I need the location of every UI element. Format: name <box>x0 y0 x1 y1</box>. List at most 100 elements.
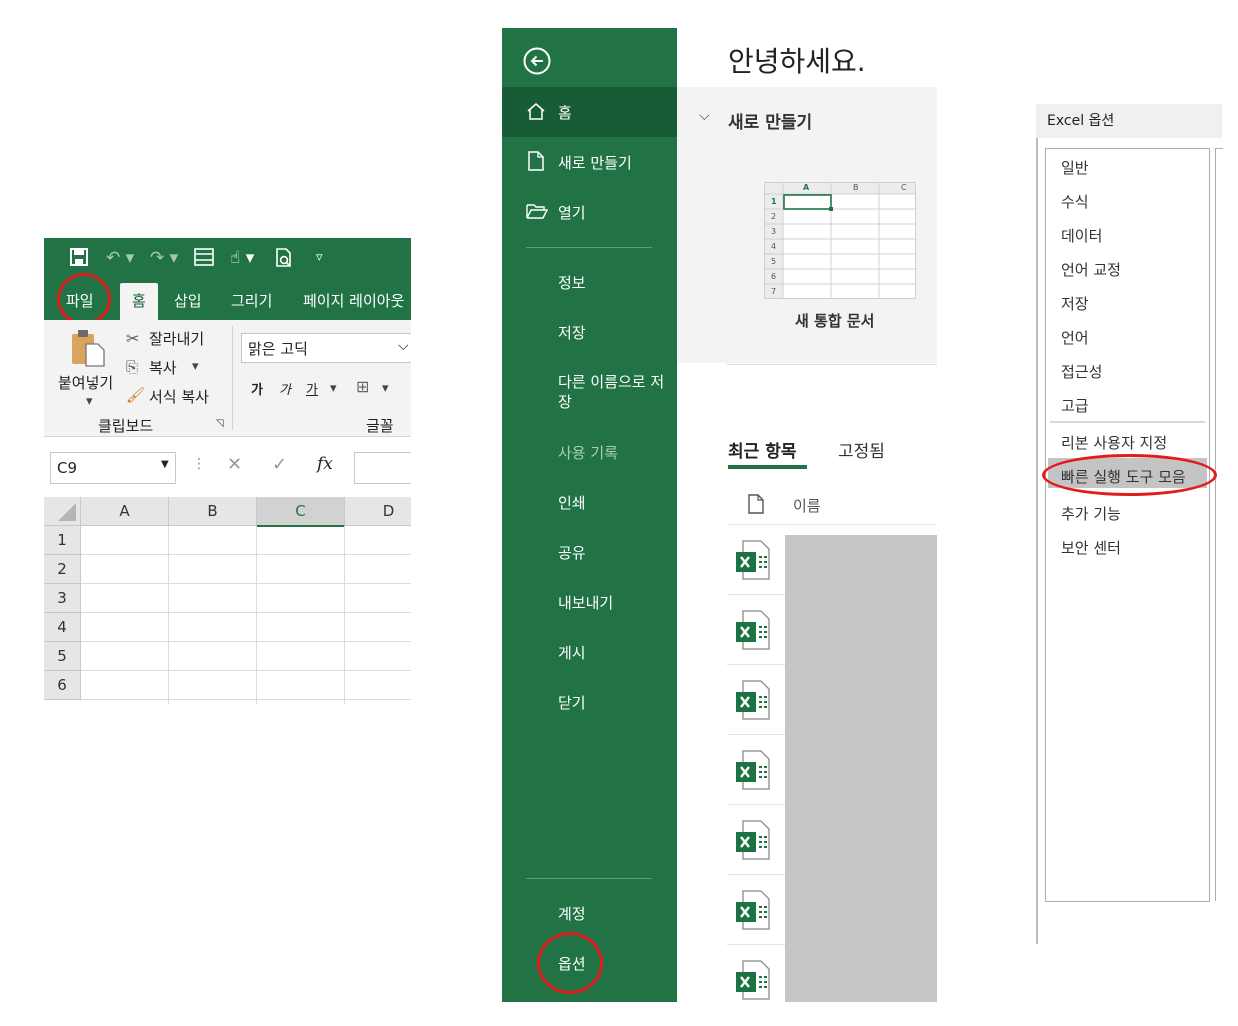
nav-close[interactable]: 닫기 <box>502 677 677 727</box>
format-painter-icon[interactable]: 🖌 <box>126 386 145 404</box>
nav-save[interactable]: 저장 <box>502 307 677 357</box>
option-general[interactable]: 일반 <box>1061 157 1089 178</box>
column-header[interactable]: A <box>81 497 169 526</box>
insert-function-button[interactable]: fx <box>317 454 333 474</box>
open-folder-icon <box>526 203 549 223</box>
chevron-down-icon[interactable]: ⌵ <box>699 108 710 124</box>
font-name-value: 맑은 고딕 <box>248 340 308 358</box>
formula-input[interactable] <box>354 452 411 484</box>
option-data[interactable]: 데이터 <box>1061 225 1102 246</box>
option-proofing[interactable]: 언어 교정 <box>1061 259 1121 280</box>
print-preview-icon[interactable] <box>274 248 294 273</box>
options-category-list: 일반 수식 데이터 언어 교정 저장 언어 접근성 고급 리본 사용자 지정 빠… <box>1045 148 1210 902</box>
table-row[interactable] <box>81 642 411 671</box>
dialog-border <box>1036 138 1038 944</box>
nav-account[interactable]: 계정 <box>502 888 677 938</box>
copy-button[interactable]: 복사 <box>149 357 177 378</box>
touch-mode-icon[interactable]: ☝ ▾ <box>230 248 254 268</box>
option-trust-center[interactable]: 보안 센터 <box>1061 537 1121 558</box>
blank-workbook-label[interactable]: 새 통합 문서 <box>795 310 874 331</box>
nav-home[interactable]: 홈 <box>502 87 677 137</box>
option-language[interactable]: 언어 <box>1061 327 1089 348</box>
format-painter-button[interactable]: 서식 복사 <box>149 386 209 407</box>
border-dropdown-icon[interactable]: ▾ <box>382 381 389 396</box>
tab-pinned[interactable]: 고정됨 <box>838 437 885 462</box>
column-header[interactable]: D <box>345 497 411 526</box>
border-icon[interactable]: ⊞ <box>356 377 369 396</box>
option-add-ins[interactable]: 추가 기능 <box>1061 503 1121 524</box>
form-icon[interactable] <box>194 248 214 271</box>
name-box-dropdown-icon[interactable]: ▼ <box>161 459 169 470</box>
option-customize-ribbon[interactable]: 리본 사용자 지정 <box>1061 432 1167 453</box>
nav-print[interactable]: 인쇄 <box>502 477 677 527</box>
undo-icon[interactable]: ↶ ▾ <box>106 248 134 268</box>
worksheet-grid: A B C D 1 2 3 4 5 6 <box>44 497 411 704</box>
tab-insert[interactable]: 삽입 <box>174 290 202 311</box>
backstage-sidebar: 홈 새로 만들기 열기 정보 저장 다른 이름으로 저장 사용 기록 인쇄 공유… <box>502 28 677 1002</box>
back-arrow-icon[interactable] <box>522 46 552 80</box>
tab-draw[interactable]: 그리기 <box>231 290 272 311</box>
table-row[interactable] <box>81 526 411 555</box>
dialog-launcher-icon[interactable]: ◹ <box>216 418 224 429</box>
tab-home[interactable]: 홈 <box>120 283 158 321</box>
underline-dropdown-icon[interactable]: ▾ <box>330 381 337 396</box>
column-header[interactable]: B <box>169 497 257 526</box>
paste-dropdown-icon[interactable]: ▾ <box>86 394 93 409</box>
row-header[interactable]: 2 <box>44 555 81 584</box>
row-header[interactable]: 6 <box>44 671 81 700</box>
row-header[interactable]: 4 <box>44 613 81 642</box>
nav-publish[interactable]: 게시 <box>502 627 677 677</box>
table-row[interactable] <box>81 671 411 700</box>
option-accessibility[interactable]: 접근성 <box>1061 361 1102 382</box>
paste-icon[interactable] <box>70 328 106 372</box>
template-row-label: 3 <box>771 227 777 236</box>
table-row[interactable] <box>81 555 411 584</box>
table-row[interactable] <box>81 584 411 613</box>
bold-button[interactable]: 가 <box>251 379 263 398</box>
nav-save-as[interactable]: 다른 이름으로 저장 <box>502 357 677 427</box>
row-header[interactable]: 3 <box>44 584 81 613</box>
nav-info[interactable]: 정보 <box>502 257 677 307</box>
nav-open[interactable]: 열기 <box>502 187 677 237</box>
copy-dropdown-icon[interactable]: ▾ <box>192 359 199 374</box>
nav-history[interactable]: 사용 기록 <box>502 427 677 477</box>
enter-icon[interactable]: ✓ <box>272 454 287 475</box>
nav-save-as-label: 다른 이름으로 저장 <box>558 373 665 411</box>
customize-qat-icon[interactable]: ▿ <box>316 250 323 265</box>
template-col-label: B <box>853 183 859 192</box>
nav-export[interactable]: 내보내기 <box>502 577 677 627</box>
ribbon-home: 붙여넣기 ▾ ✂ 잘라내기 ⎘ 복사 ▾ 🖌 서식 복사 클립보드 ◹ 맑은 고… <box>44 320 411 437</box>
cut-button[interactable]: 잘라내기 <box>149 328 204 349</box>
underline-button[interactable]: 가 <box>306 379 318 398</box>
nav-new[interactable]: 새로 만들기 <box>502 137 677 187</box>
cancel-icon[interactable]: ✕ <box>227 454 242 475</box>
option-advanced[interactable]: 고급 <box>1061 395 1089 416</box>
copy-icon[interactable]: ⎘ <box>126 358 138 376</box>
nav-open-label: 열기 <box>558 204 586 222</box>
table-row[interactable] <box>81 613 411 642</box>
excel-window: ↶ ▾ ↷ ▾ ☝ ▾ ▿ 파일 홈 삽입 그리기 페이지 레이아웃 붙여넣기 … <box>44 238 411 704</box>
font-dropdown-icon[interactable]: ⌵ <box>398 338 409 354</box>
blank-workbook-template[interactable]: A B C 1 2 3 4 5 6 7 <box>764 182 916 299</box>
save-icon[interactable] <box>70 248 88 271</box>
nav-share-label: 공유 <box>558 544 586 562</box>
file-icon <box>748 494 764 518</box>
name-box[interactable]: C9 ▼ <box>50 452 176 484</box>
scissors-icon[interactable]: ✂ <box>126 329 139 348</box>
italic-button[interactable]: 가 <box>279 379 291 398</box>
paste-button[interactable]: 붙여넣기 <box>58 372 113 393</box>
new-section-title[interactable]: 새로 만들기 <box>728 108 812 133</box>
name-column-header[interactable]: 이름 <box>793 495 821 516</box>
tab-recent[interactable]: 최근 항목 <box>728 437 796 462</box>
redo-icon[interactable]: ↷ ▾ <box>150 248 178 268</box>
option-save[interactable]: 저장 <box>1061 293 1089 314</box>
font-name-box[interactable]: 맑은 고딕 ⌵ <box>241 333 411 363</box>
column-header[interactable]: C <box>257 497 345 527</box>
row-header[interactable]: 5 <box>44 642 81 671</box>
excel-file-icon <box>735 610 773 654</box>
nav-share[interactable]: 공유 <box>502 527 677 577</box>
tab-page-layout[interactable]: 페이지 레이아웃 <box>303 290 404 311</box>
option-formulas[interactable]: 수식 <box>1061 191 1089 212</box>
select-all-corner[interactable] <box>44 497 81 526</box>
row-header[interactable]: 1 <box>44 526 81 555</box>
